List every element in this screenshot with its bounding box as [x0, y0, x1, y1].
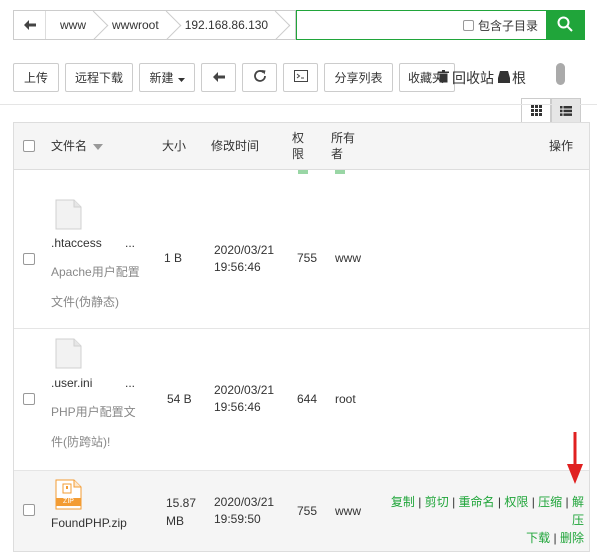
file-time: 19:56:46 [214, 260, 261, 274]
file-name[interactable]: .user.ini [51, 376, 92, 390]
breadcrumb-item-www[interactable]: www [46, 11, 98, 39]
sort-caret-icon [93, 138, 104, 154]
file-name-ellipsis: ... [125, 376, 136, 390]
table-row[interactable]: .user.ini ... PHP用户配置文件(防跨站)! 54 B 2020/… [14, 329, 589, 471]
overflow-tools: 回收站 根 [438, 63, 526, 93]
include-subdir-checkbox[interactable]: 包含子目录 [462, 17, 538, 34]
header-owner[interactable]: 所有者 [331, 123, 357, 169]
file-name[interactable]: FoundPHP.zip [51, 516, 127, 530]
terminal-button[interactable] [283, 63, 318, 92]
row-checkbox[interactable] [23, 253, 35, 265]
cut-action[interactable]: 剪切 [425, 495, 449, 509]
file-icon [55, 199, 82, 230]
row-actions: 复制 | 剪切 | 重命名 | 权限 | 压缩 | 解压 下载 | 删除 [390, 495, 584, 545]
trash-icon [438, 70, 449, 86]
header-mtime[interactable]: 修改时间 [211, 123, 259, 169]
red-arrow-annotation [565, 432, 585, 484]
toolbar-divider [0, 104, 597, 105]
arrow-left-icon [212, 71, 225, 85]
file-permission[interactable]: 755 [297, 250, 317, 267]
file-date: 2020/03/21 [214, 495, 275, 509]
zip-icon-label: ZIP [63, 498, 74, 505]
search-icon [557, 16, 573, 35]
recycle-bin-button[interactable]: 回收站 [452, 68, 494, 88]
include-subdir-check[interactable] [462, 19, 474, 31]
file-name[interactable]: .htaccess [51, 236, 102, 250]
file-size: 15.87 MB [166, 496, 197, 528]
file-owner: www [335, 504, 361, 518]
file-description: Apache用户配置文件(伪静态) [51, 265, 140, 309]
extract-action[interactable]: 解压 [572, 495, 584, 527]
file-size: 1 B [164, 251, 183, 265]
toolbar-scroll-handle[interactable] [556, 63, 565, 85]
search-input[interactable] [297, 11, 463, 39]
file-table: 文件名 大小 修改时间 权限 所有者 操作 .htaccess ... Apac… [13, 122, 590, 552]
upload-button[interactable]: 上传 [13, 63, 59, 92]
refresh-icon [253, 69, 267, 86]
download-action[interactable]: 下载 [526, 531, 550, 545]
breadcrumb-back-button[interactable] [14, 11, 46, 39]
header-actions: 操作 [549, 139, 574, 153]
file-owner: root [335, 392, 356, 406]
search-button[interactable] [546, 11, 584, 39]
permission-action[interactable]: 权限 [504, 495, 528, 509]
zip-file-icon: ZIP [55, 479, 82, 510]
caret-down-icon [177, 71, 185, 85]
row-checkbox[interactable] [23, 393, 35, 405]
file-date: 2020/03/21 [214, 383, 275, 397]
header-name[interactable]: 文件名 [51, 123, 104, 169]
file-description: PHP用户配置文件(防跨站)! [51, 405, 136, 449]
new-button[interactable]: 新建 [139, 63, 195, 92]
file-time: 19:56:46 [214, 400, 261, 414]
row-checkbox[interactable] [23, 504, 35, 516]
file-permission[interactable]: 755 [297, 503, 317, 520]
grid-icon [530, 105, 542, 119]
delete-action[interactable]: 删除 [560, 531, 584, 545]
select-all-checkbox[interactable] [23, 140, 35, 152]
terminal-icon [293, 70, 308, 85]
rename-action[interactable]: 重命名 [459, 495, 495, 509]
breadcrumb: www wwwroot 192.168.86.130 [13, 10, 296, 40]
table-header: 文件名 大小 修改时间 权限 所有者 操作 [14, 123, 589, 170]
root-button[interactable]: 根 [512, 68, 526, 88]
copy-action[interactable]: 复制 [391, 495, 415, 509]
back-button[interactable] [201, 63, 236, 92]
toolbar: 上传 远程下载 新建 分享列表 收藏夹 [13, 63, 455, 93]
file-time: 19:59:50 [214, 512, 261, 526]
compress-action[interactable]: 压缩 [538, 495, 562, 509]
file-owner: www [335, 251, 361, 265]
file-icon [55, 338, 82, 369]
file-date: 2020/03/21 [214, 243, 275, 257]
hdd-icon [498, 70, 510, 86]
share-list-button[interactable]: 分享列表 [324, 63, 393, 92]
file-permission[interactable]: 644 [297, 391, 317, 408]
header-size[interactable]: 大小 [162, 123, 186, 169]
arrow-left-icon [23, 17, 36, 33]
include-subdir-label: 包含子目录 [477, 18, 538, 33]
list-icon [560, 105, 572, 119]
breadcrumb-item-wwwroot[interactable]: wwwroot [98, 11, 171, 39]
search-box: 包含子目录 [296, 10, 585, 40]
table-row-selected[interactable]: ZIP FoundPHP.zip 15.87 MB 2020/03/21 19:… [14, 471, 589, 551]
header-permission[interactable]: 权限 [292, 123, 308, 169]
refresh-button[interactable] [242, 63, 277, 92]
file-name-ellipsis: ... [125, 236, 136, 250]
table-row[interactable]: .htaccess ... Apache用户配置文件(伪静态) 1 B 2020… [14, 191, 589, 329]
breadcrumb-item-ip[interactable]: 192.168.86.130 [171, 11, 280, 39]
remote-download-button[interactable]: 远程下载 [65, 63, 133, 92]
file-size: 54 B [167, 392, 192, 406]
